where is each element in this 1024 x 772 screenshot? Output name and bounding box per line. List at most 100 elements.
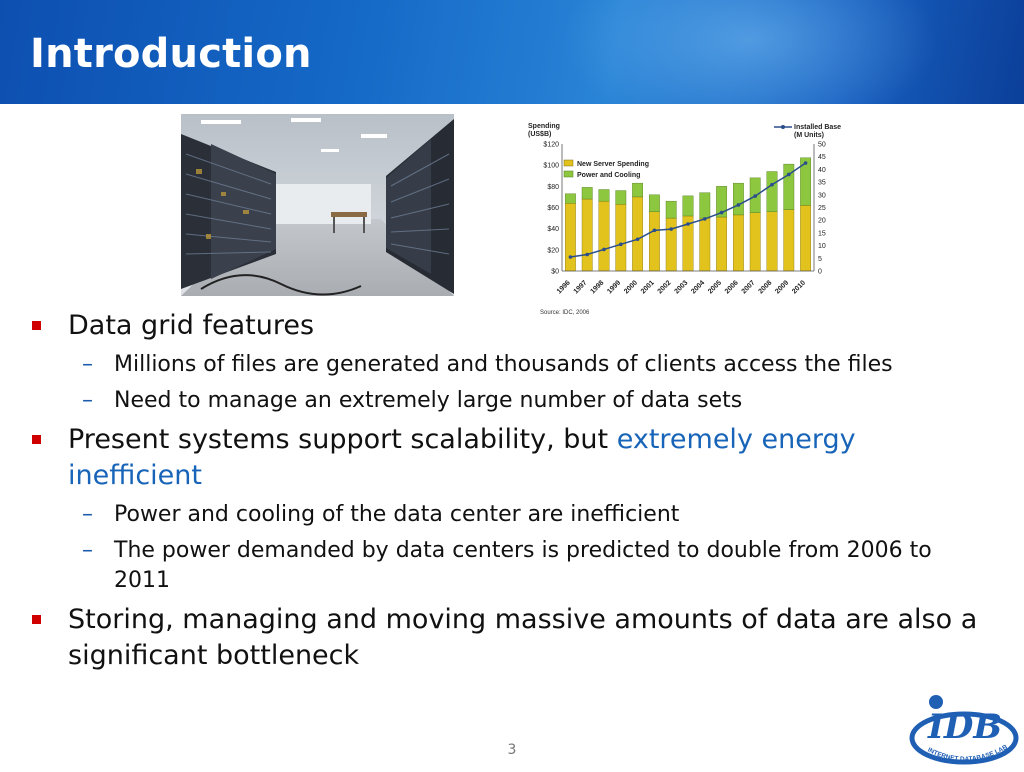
chart-left-tick-label: $40 bbox=[547, 226, 559, 233]
chart-point-installed-base bbox=[803, 161, 808, 165]
svg-text:IDB: IDB bbox=[927, 707, 1002, 747]
chart-left-tick-label: $120 bbox=[543, 142, 559, 149]
title-bar-glow bbox=[560, 0, 940, 104]
chart-point-installed-base bbox=[568, 255, 573, 259]
chart-right-tick-label: 40 bbox=[818, 167, 826, 174]
legend-new-server-spending: New Server Spending bbox=[577, 161, 649, 168]
chart-x-tick-label: 1999 bbox=[606, 279, 622, 295]
chart-right-tick-label: 0 bbox=[818, 269, 822, 276]
chart-point-installed-base bbox=[753, 194, 757, 198]
chart-right-tick-label: 20 bbox=[818, 218, 826, 225]
chart-left-tick-label: $20 bbox=[547, 247, 559, 254]
chart-bar-power-and-cooling bbox=[648, 194, 660, 212]
sub-bullet: – The power demanded by data centers is … bbox=[30, 536, 990, 596]
dash-marker: – bbox=[82, 388, 93, 413]
chart-right-tick-label: 10 bbox=[818, 243, 826, 250]
bullet-text: Storing, managing and moving massive amo… bbox=[68, 604, 978, 671]
chart-bar-power-and-cooling bbox=[564, 193, 576, 204]
bullet-marker bbox=[32, 321, 41, 330]
chart-right-tick-label: 25 bbox=[818, 205, 826, 212]
chart-right-tick-label: 30 bbox=[818, 192, 826, 199]
sub-bullet: – Millions of files are generated and th… bbox=[30, 350, 990, 380]
sub-bullet-text: Power and cooling of the data center are… bbox=[114, 502, 680, 527]
chart-bar-new-server-spending bbox=[665, 217, 677, 272]
chart-bar-power-and-cooling bbox=[732, 182, 744, 216]
chart-bar-new-server-spending bbox=[766, 211, 778, 272]
chart-point-installed-base bbox=[652, 228, 657, 233]
chart-x-tick-label: 2003 bbox=[673, 279, 689, 295]
chart-bar-new-server-spending bbox=[581, 198, 593, 272]
chart-x-tick-label: 2009 bbox=[774, 279, 790, 295]
chart-point-installed-base bbox=[703, 217, 707, 221]
dash-marker: – bbox=[82, 352, 93, 377]
chart-point-installed-base bbox=[787, 172, 791, 177]
chart-right-tick-label: 35 bbox=[818, 180, 826, 187]
legend-power-and-cooling: Power and Cooling bbox=[577, 172, 640, 179]
chart-x-tick-label: 2002 bbox=[657, 279, 673, 295]
chart-x-tick-label: 1996 bbox=[556, 279, 572, 295]
chart-bar-power-and-cooling bbox=[665, 200, 677, 219]
chart-bar-power-and-cooling bbox=[682, 195, 694, 217]
chart-bar-new-server-spending bbox=[615, 204, 627, 272]
title-bar: Introduction bbox=[0, 0, 1024, 104]
chart-point-installed-base bbox=[635, 237, 640, 242]
chart-x-tick-label: 2006 bbox=[724, 279, 740, 295]
chart-bar-new-server-spending bbox=[783, 209, 795, 272]
chart-bar-power-and-cooling bbox=[598, 189, 610, 202]
chart-bar-power-and-cooling bbox=[632, 182, 644, 198]
bullet-data-grid-features: Data grid features bbox=[30, 308, 990, 344]
bullet-list: Data grid features – Millions of files a… bbox=[30, 308, 990, 680]
chart-bar-power-and-cooling bbox=[766, 171, 778, 212]
chart-x-tick-label: 2010 bbox=[791, 279, 807, 295]
bullet-text: Data grid features bbox=[68, 310, 315, 341]
bullet-marker bbox=[32, 435, 41, 444]
chart-bar-new-server-spending bbox=[749, 212, 761, 272]
chart-bar-new-server-spending bbox=[598, 200, 610, 272]
chart-point-installed-base bbox=[686, 222, 690, 226]
chart-x-tick-label: 2005 bbox=[707, 279, 723, 295]
legend-swatch-power-and-cooling bbox=[563, 170, 574, 178]
legend-installed-base-marker bbox=[781, 125, 785, 129]
chart-right-tick-label: 50 bbox=[818, 142, 826, 149]
chart-bar-new-server-spending bbox=[648, 211, 660, 272]
chart-bar-power-and-cooling bbox=[783, 163, 795, 210]
chart-left-tick-label: $60 bbox=[547, 205, 559, 212]
legend-swatch-new-server-spending bbox=[563, 159, 574, 167]
chart-left-axis-label: Spending (US$B) bbox=[528, 123, 560, 138]
slide-title: Introduction bbox=[30, 31, 312, 77]
chart-point-installed-base bbox=[602, 247, 606, 252]
chart-left-tick-label: $0 bbox=[551, 269, 559, 276]
chart-svg: $0 $20 $40 $60 $80 $100 $120 0 5 10 15 20 25 30 35 40 45… bbox=[528, 123, 841, 316]
chart-bar-new-server-spending bbox=[632, 196, 644, 272]
chart-point-installed-base bbox=[719, 210, 724, 215]
chart-legend: New Server Spending Power and Cooling bbox=[563, 125, 792, 179]
chart-x-tick-label: 2000 bbox=[623, 279, 639, 295]
chart-x-tick-label: 2008 bbox=[757, 279, 773, 295]
chart-bar-new-server-spending bbox=[564, 203, 576, 272]
chart-point-installed-base bbox=[619, 242, 623, 247]
chart-x-tick-label: 2001 bbox=[640, 279, 656, 295]
chart-bar-power-and-cooling bbox=[699, 192, 711, 219]
chart-bar-power-and-cooling bbox=[615, 190, 627, 205]
chart-x-tick-label: 1997 bbox=[573, 279, 589, 295]
sub-bullet-text: The power demanded by data centers is pr… bbox=[114, 538, 932, 593]
chart-x-tick-label: 2004 bbox=[690, 279, 706, 295]
chart-point-installed-base bbox=[736, 203, 741, 207]
chart-right-tick-label: 5 bbox=[818, 256, 822, 263]
chart-left-tick-label: $100 bbox=[543, 163, 559, 170]
chart-bar-power-and-cooling bbox=[581, 187, 593, 200]
bullet-present-systems: Present systems support scalability, but… bbox=[30, 422, 990, 494]
chart-point-installed-base bbox=[770, 182, 774, 187]
chart-right-tick-label: 45 bbox=[818, 154, 826, 161]
bullet-marker bbox=[32, 615, 41, 624]
sub-bullet-text: Millions of files are generated and thou… bbox=[114, 352, 893, 377]
dash-marker: – bbox=[82, 538, 93, 563]
chart-point-installed-base bbox=[585, 252, 589, 257]
chart-bar-new-server-spending bbox=[800, 205, 812, 272]
sub-bullet-text: Need to manage an extremely large number… bbox=[114, 388, 743, 413]
page-number: 3 bbox=[507, 742, 517, 758]
chart-left-tick-label: $80 bbox=[547, 184, 559, 191]
chart-right-tick-label: 15 bbox=[818, 230, 826, 237]
chart-bar-new-server-spending bbox=[716, 216, 728, 272]
chart-bar-new-server-spending bbox=[732, 214, 744, 272]
